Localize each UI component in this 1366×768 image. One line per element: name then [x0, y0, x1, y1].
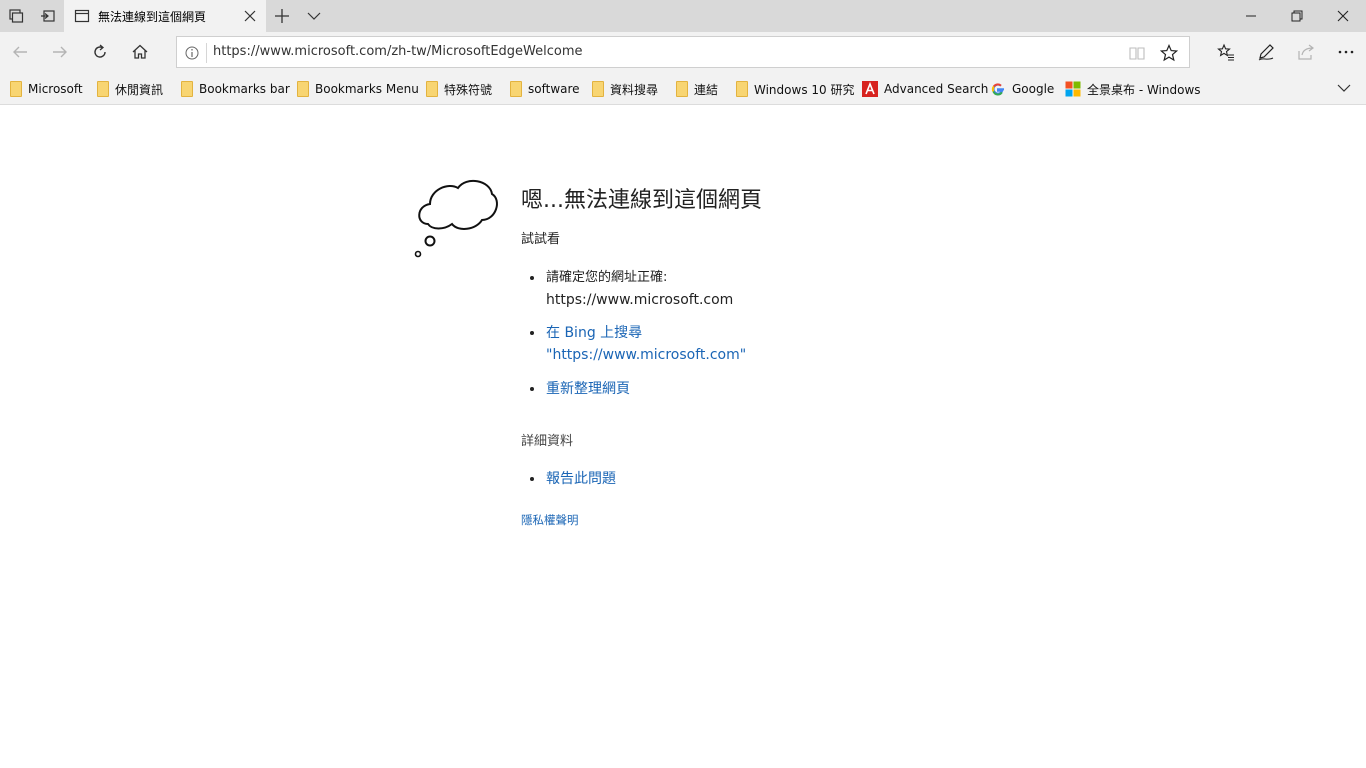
- forward-icon[interactable]: [40, 32, 80, 72]
- favorites-bar: Microsoft 休閒資訊 Bookmarks bar Bookmarks M…: [0, 72, 1366, 105]
- tab-title: 無法連線到這個網頁: [98, 10, 207, 24]
- tab-list-chevron-icon[interactable]: [298, 0, 330, 32]
- folder-icon: [592, 81, 604, 97]
- navigation-toolbar: https://www.microsoft.com/zh-tw/Microsof…: [0, 32, 1366, 72]
- favorite-item[interactable]: 全景桌布 - Windows: [1065, 79, 1201, 99]
- minimize-icon[interactable]: [1228, 0, 1274, 32]
- tab-close-icon[interactable]: [242, 8, 258, 24]
- check-address-url: https://www.microsoft.com: [546, 292, 734, 308]
- favorite-star-icon[interactable]: [1159, 43, 1179, 66]
- favorite-item[interactable]: 連結: [676, 79, 718, 99]
- address-bar[interactable]: https://www.microsoft.com/zh-tw/Microsof…: [176, 36, 1190, 68]
- site-info-icon[interactable]: [185, 45, 199, 64]
- folder-icon: [10, 81, 22, 97]
- search-bing-link[interactable]: 在 Bing 上搜尋 "https://www.microsoft.com": [530, 322, 746, 366]
- favorite-item[interactable]: Google: [990, 79, 1054, 99]
- search-bing-line1: 在 Bing 上搜尋: [546, 325, 643, 341]
- refresh-page-link[interactable]: 重新整理網頁: [530, 378, 630, 400]
- tab-strip: 無法連線到這個網頁: [0, 0, 1366, 32]
- windows-icon: [1065, 81, 1081, 97]
- restore-icon[interactable]: [1274, 0, 1320, 32]
- refresh-suggestion-list: 重新整理網頁: [530, 378, 630, 400]
- try-label: 試試看: [521, 232, 561, 247]
- suggestion-list: 請確定您的網址正確: https://www.microsoft.com: [530, 267, 733, 311]
- reading-view-icon[interactable]: [1129, 45, 1145, 65]
- home-icon[interactable]: [120, 32, 160, 72]
- thought-cloud-icon: [410, 172, 500, 266]
- favorite-item[interactable]: 特殊符號: [426, 79, 492, 99]
- share-icon[interactable]: [1286, 32, 1326, 72]
- search-bing-line2: "https://www.microsoft.com": [546, 347, 747, 363]
- favorite-item[interactable]: Bookmarks bar: [181, 79, 290, 99]
- web-note-pen-icon[interactable]: [1246, 32, 1286, 72]
- favorites-hub-icon[interactable]: [1206, 32, 1246, 72]
- favorite-item[interactable]: 休閒資訊: [97, 79, 163, 99]
- new-tab-icon[interactable]: [266, 0, 298, 32]
- privacy-statement-link[interactable]: 隱私權聲明: [521, 512, 579, 528]
- tab-preview-icon[interactable]: [0, 0, 32, 32]
- check-address-suggestion: 請確定您的網址正確: https://www.microsoft.com: [530, 267, 733, 311]
- folder-icon: [426, 81, 438, 97]
- folder-icon: [97, 81, 109, 97]
- address-separator: [206, 43, 207, 63]
- favorite-item[interactable]: 資料搜尋: [592, 79, 658, 99]
- folder-icon: [510, 81, 522, 97]
- folder-icon: [297, 81, 309, 97]
- favorite-item[interactable]: Advanced Search: [862, 79, 988, 99]
- search-suggestion-list: 在 Bing 上搜尋 "https://www.microsoft.com": [530, 322, 746, 366]
- page-icon: [74, 8, 90, 28]
- tab-active[interactable]: 無法連線到這個網頁: [64, 0, 266, 32]
- favorites-overflow-chevron-icon[interactable]: [1336, 80, 1352, 100]
- folder-icon: [736, 81, 748, 97]
- folder-icon: [676, 81, 688, 97]
- details-label: 詳細資料: [521, 434, 574, 449]
- address-url[interactable]: https://www.microsoft.com/zh-tw/Microsof…: [213, 44, 583, 59]
- favorite-item[interactable]: Windows 10 研究: [736, 79, 854, 99]
- refresh-icon[interactable]: [80, 32, 120, 72]
- close-window-icon[interactable]: [1320, 0, 1366, 32]
- favorite-item[interactable]: Microsoft: [10, 79, 83, 99]
- details-list: 報告此問題: [530, 468, 616, 490]
- adobe-icon: [862, 81, 878, 97]
- folder-icon: [181, 81, 193, 97]
- favorite-item[interactable]: Bookmarks Menu: [297, 79, 419, 99]
- check-address-text: 請確定您的網址正確:: [546, 270, 668, 285]
- error-title: 嗯...無法連線到這個網頁: [521, 188, 762, 213]
- report-issue-link[interactable]: 報告此問題: [530, 468, 616, 490]
- set-tabs-aside-icon[interactable]: [32, 0, 64, 32]
- favorite-item[interactable]: software: [510, 79, 580, 99]
- back-icon[interactable]: [0, 32, 40, 72]
- google-icon: [990, 81, 1006, 97]
- more-options-icon[interactable]: [1326, 32, 1366, 72]
